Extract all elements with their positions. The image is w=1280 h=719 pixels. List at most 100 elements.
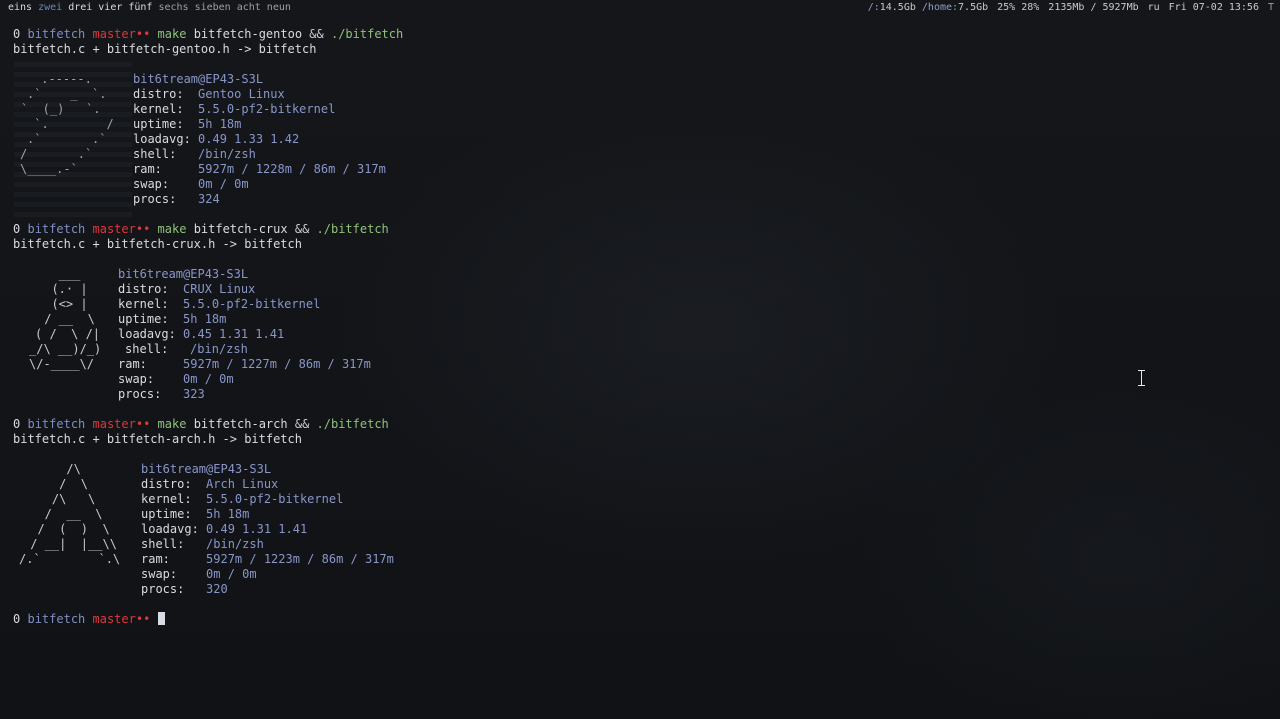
ascii-logo-line: ` (_) `. — [21, 102, 101, 116]
command-line: 0 bitfetch master•• make bitfetch-arch &… — [13, 417, 389, 432]
prompt-directory: bitfetch — [27, 417, 86, 431]
mouse-ibeam-cursor-icon — [1137, 370, 1146, 386]
command-operator: && — [294, 417, 310, 431]
workspace-2[interactable]: zwei — [38, 0, 62, 16]
ascii-logo-line: / .` — [20, 147, 93, 161]
info-procs: procs: 324 — [133, 192, 220, 207]
ascii-logo-line: `. / — [27, 117, 114, 131]
info-label: kernel: — [118, 297, 169, 311]
command-operator: && — [309, 27, 324, 41]
command-make: make — [157, 417, 187, 431]
prompt-directory: bitfetch — [27, 612, 86, 626]
prompt-git-status: •• — [135, 612, 151, 626]
ascii-logo-line: .-----. — [34, 72, 92, 86]
info-shell: shell: /bin/zsh — [141, 537, 264, 552]
info-value: 5h 18m — [206, 507, 250, 521]
workspace-4[interactable]: vier — [98, 0, 122, 16]
keyboard-layout[interactable]: ru — [1148, 0, 1160, 16]
info-value: 5.5.0-pf2-bitkernel — [206, 492, 344, 506]
workspace-5[interactable]: fünf — [128, 0, 152, 16]
prompt-git-branch: master — [92, 417, 136, 431]
prompt-exit-code: 0 — [13, 417, 21, 431]
workspace-1[interactable]: eins — [8, 0, 32, 16]
info-uptime: uptime: 5h 18m — [118, 312, 226, 327]
ascii-logo-line: .` _ `. — [27, 87, 107, 101]
info-shell: shell: /bin/zsh — [133, 147, 256, 162]
ascii-logo-line: /\ — [23, 462, 81, 476]
top-status-bar: eins zwei drei vier fünf sechs sieben ac… — [0, 0, 1280, 16]
info-distro: distro: Gentoo Linux — [133, 87, 285, 102]
command-make: make — [157, 222, 187, 236]
info-label: procs: — [141, 582, 185, 596]
command-target: bitfetch-crux — [193, 222, 288, 236]
info-label: distro: — [133, 87, 184, 101]
info-procs: procs: 323 — [118, 387, 205, 402]
disk-home-key: /home: — [921, 2, 959, 13]
command-target: bitfetch-gentoo — [193, 27, 303, 41]
info-label: loadavg: — [133, 132, 191, 146]
memory-usage: 2135Mb / 5927Mb — [1048, 2, 1139, 13]
info-value: 5.5.0-pf2-bitkernel — [198, 102, 336, 116]
info-host: bit6tream@EP43-S3L — [118, 267, 249, 281]
build-output: bitfetch.c + bitfetch-crux.h -> bitfetch — [13, 237, 302, 251]
info-value: 323 — [183, 387, 205, 401]
info-value: 5.5.0-pf2-bitkernel — [183, 297, 321, 311]
info-label: uptime: — [118, 312, 169, 326]
info-value: 0m / 0m — [206, 567, 257, 581]
info-value: 5927m / 1228m / 86m / 317m — [198, 162, 386, 176]
info-label: uptime: — [141, 507, 192, 521]
info-label: loadavg: — [141, 522, 199, 536]
info-uptime: uptime: 5h 18m — [141, 507, 249, 522]
prompt-exit-code: 0 — [13, 27, 21, 41]
workspace-7[interactable]: sieben — [195, 0, 231, 16]
text-cursor — [157, 612, 165, 625]
active-prompt[interactable]: 0 bitfetch master•• — [13, 612, 165, 627]
info-kernel: kernel: 5.5.0-pf2-bitkernel — [133, 102, 335, 117]
cpu-usage: 25% 28% — [997, 2, 1040, 13]
info-ram: ram: 5927m / 1227m / 86m / 317m — [118, 357, 371, 372]
info-label: uptime: — [133, 117, 184, 131]
workspace-list: eins zwei drei vier fünf sechs sieben ac… — [8, 0, 291, 16]
info-value: 0.49 1.33 1.42 — [198, 132, 300, 146]
prompt-exit-code: 0 — [13, 612, 21, 626]
ascii-logo-line: / __ \ — [23, 507, 103, 521]
info-shell: shell: /bin/zsh — [125, 342, 248, 357]
info-value: 0m / 0m — [198, 177, 249, 191]
command-make: make — [157, 27, 187, 41]
prompt-git-branch: master — [92, 27, 136, 41]
info-value: 5h 18m — [183, 312, 227, 326]
info-value: 0m / 0m — [183, 372, 234, 386]
clock: Fri 07-02 13:56 — [1168, 2, 1259, 13]
workspace-6[interactable]: sechs — [158, 0, 188, 16]
info-label: ram: — [133, 162, 162, 176]
info-label: swap: — [141, 567, 178, 581]
disk-home-value: 7.5Gb — [958, 2, 989, 13]
ascii-logo-line: (<> | — [37, 297, 88, 311]
command-line: 0 bitfetch master•• make bitfetch-gentoo… — [13, 27, 403, 42]
disk-usage: /:14.5Gb /home:7.5Gb — [868, 0, 988, 16]
info-value: 0.49 1.31 1.41 — [206, 522, 308, 536]
info-kernel: kernel: 5.5.0-pf2-bitkernel — [141, 492, 343, 507]
ascii-logo-line: / \ — [23, 477, 89, 491]
ascii-logo-line: (.· | — [37, 282, 88, 296]
workspace-8[interactable]: acht — [237, 0, 261, 16]
tray-indicator[interactable]: T — [1268, 0, 1274, 16]
info-value: 5927m / 1227m / 86m / 317m — [183, 357, 371, 371]
ascii-logo-line: ___ — [37, 267, 81, 281]
info-swap: swap: 0m / 0m — [118, 372, 234, 387]
workspace-3[interactable]: drei — [68, 0, 92, 16]
ascii-logo-line: .` .` — [27, 132, 107, 146]
ascii-logo-line: / ( ) \ — [23, 522, 110, 536]
info-procs: procs: 320 — [141, 582, 228, 597]
prompt-git-branch: master — [92, 222, 136, 236]
info-value: 0.45 1.31 1.41 — [183, 327, 285, 341]
info-value: Arch Linux — [206, 477, 279, 491]
info-label: swap: — [133, 177, 170, 191]
info-host: bit6tream@EP43-S3L — [133, 72, 264, 86]
prompt-git-status: •• — [135, 417, 151, 431]
workspace-9[interactable]: neun — [267, 0, 291, 16]
ascii-logo-line: / __| |__\\ — [23, 537, 117, 551]
ascii-logo-line: /.` `.\ — [19, 552, 121, 566]
info-label: distro: — [118, 282, 169, 296]
info-uptime: uptime: 5h 18m — [133, 117, 241, 132]
